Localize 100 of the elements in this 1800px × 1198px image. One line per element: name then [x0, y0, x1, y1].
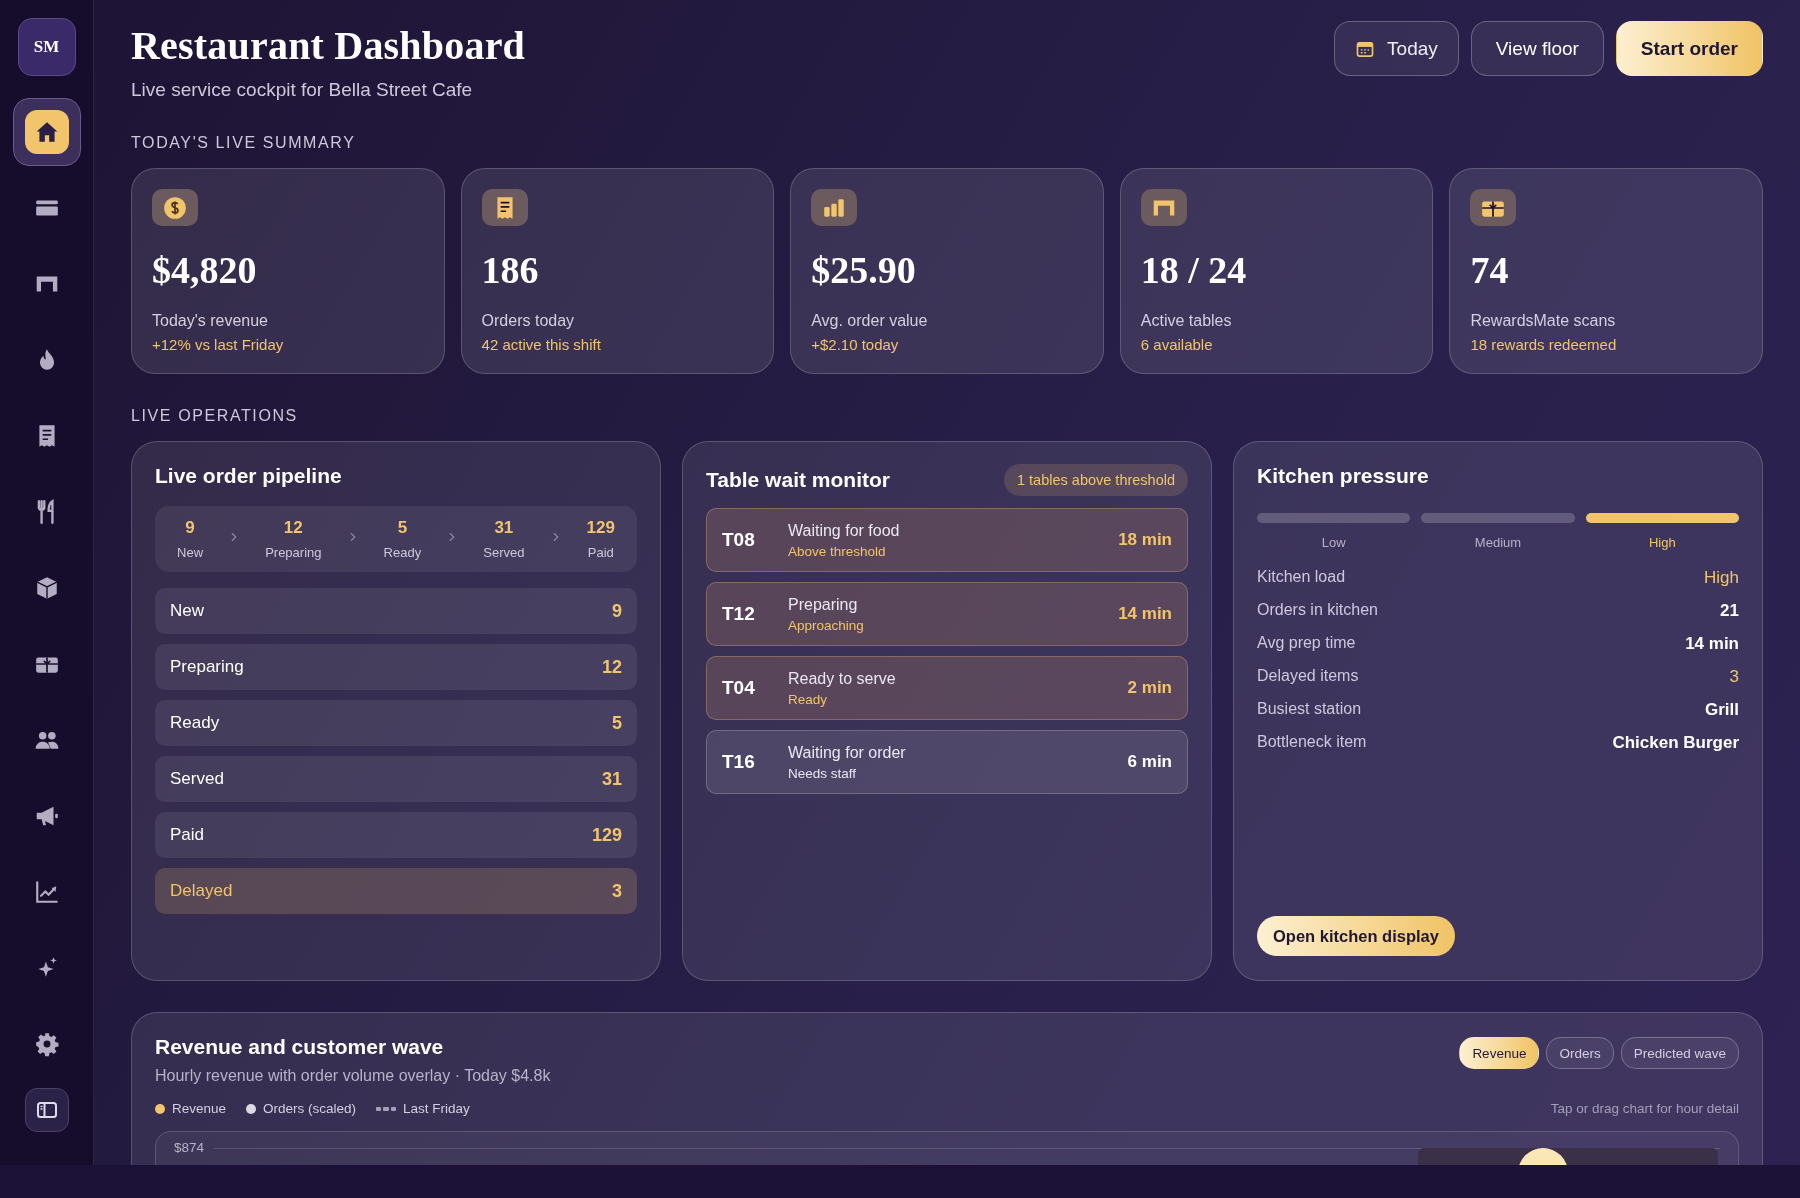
row-label: Paid — [170, 825, 205, 845]
stat-value: 21 — [1720, 601, 1739, 621]
card-title: Revenue and customer wave — [155, 1035, 444, 1058]
wait-time: 6 min — [1127, 752, 1172, 772]
table-wait-row[interactable]: T08 Waiting for food Above threshold 18 min — [706, 508, 1188, 572]
pipeline-row[interactable]: New 9 — [155, 588, 637, 634]
pipeline-row[interactable]: Delayed 3 — [155, 868, 637, 914]
table-wait-row[interactable]: T16 Waiting for order Needs staff 6 min — [706, 730, 1188, 794]
date-button[interactable]: Today — [1334, 21, 1459, 76]
pressure-label: Low — [1321, 535, 1346, 550]
stat-label: Avg prep time — [1257, 634, 1356, 653]
stat-label: Orders today — [481, 312, 575, 330]
table-note: Above threshold — [788, 543, 886, 559]
table-wait-row[interactable]: T12 Preparing Approaching 14 min — [706, 582, 1188, 646]
table-status: Waiting for food — [788, 521, 900, 540]
table-id: T04 — [722, 677, 756, 699]
step-label: Served — [483, 545, 525, 560]
stat-note: +12% vs last Friday — [152, 336, 284, 353]
open-kitchen-display-button[interactable]: Open kitchen display — [1257, 916, 1455, 956]
table-status: Preparing — [788, 595, 858, 614]
pipeline-row[interactable]: Ready 5 — [155, 700, 637, 746]
table-id: T08 — [722, 529, 756, 551]
table-id: T16 — [722, 751, 756, 773]
page-title: Restaurant Dashboard — [131, 22, 526, 69]
pressure-label: Medium — [1474, 535, 1522, 550]
table-wait-row[interactable]: T04 Ready to serve Ready 2 min — [706, 656, 1188, 720]
sidebar-toggle-button[interactable] — [24, 1088, 69, 1132]
chart-hint: Tap or drag chart for hour detail — [1550, 1101, 1739, 1116]
chart-toggle[interactable]: Orders — [1546, 1037, 1614, 1069]
chart-toggle[interactable]: Predicted wave — [1620, 1037, 1739, 1069]
table-status: Ready to serve — [788, 669, 896, 688]
page-subtitle: Live service cockpit for Bella Street Cafe — [131, 79, 473, 101]
step-count: 31 — [494, 518, 514, 538]
card-subtitle: Hourly revenue with order volume overlay · Today $4.8k — [155, 1067, 551, 1085]
stat-label: Orders in kitchen — [1257, 601, 1378, 620]
step-label: Paid — [587, 545, 614, 560]
chart-toggle[interactable]: Revenue — [1459, 1037, 1540, 1069]
row-count: 3 — [612, 880, 622, 902]
panel-title: Live order pipeline — [155, 464, 343, 488]
stat-value: 74 — [1470, 248, 1509, 292]
pipeline-row[interactable]: Paid 129 — [155, 812, 637, 858]
stat-value: $25.90 — [811, 248, 916, 292]
table-status: Waiting for order — [788, 743, 906, 762]
step-label: New — [177, 545, 204, 560]
table-note: Approaching — [788, 617, 864, 633]
pipeline-row[interactable]: Served 31 — [155, 756, 637, 802]
chart-area[interactable]: $874 — [155, 1131, 1739, 1165]
row-label: Delayed — [170, 881, 233, 901]
table-note: Ready — [788, 691, 828, 707]
nav-button[interactable] — [12, 98, 81, 166]
stat-value: 18 / 24 — [1140, 248, 1247, 292]
stat-value: Chicken Burger — [1612, 733, 1739, 753]
row-count: 12 — [601, 656, 622, 678]
table-id: T12 — [722, 603, 756, 625]
stat-note: 42 active this shift — [481, 336, 601, 353]
stat-note: 6 available — [1140, 336, 1213, 353]
view-floor-button[interactable]: View floor — [1470, 21, 1604, 76]
wait-time: 14 min — [1118, 604, 1172, 624]
stat-label: Bottleneck item — [1257, 733, 1367, 752]
stat-label: Busiest station — [1257, 700, 1362, 719]
pressure-label: High — [1648, 535, 1676, 550]
stat-value: High — [1704, 568, 1739, 588]
axis-label: $874 — [174, 1140, 205, 1155]
row-count: 9 — [612, 600, 622, 622]
panel-title: Table wait monitor — [706, 468, 890, 492]
panel-title: Kitchen pressure — [1257, 464, 1430, 488]
row-label: Ready — [170, 713, 220, 733]
stat-value: 14 min — [1685, 634, 1739, 654]
user-avatar[interactable]: SM — [17, 18, 76, 76]
legend-label: Orders (scaled) — [263, 1101, 357, 1116]
threshold-badge: 1 tables above threshold — [1004, 464, 1188, 496]
step-count: 129 — [586, 518, 615, 538]
section-heading: TODAY'S LIVE SUMMARY — [131, 134, 356, 152]
wait-time: 18 min — [1118, 530, 1172, 550]
stat-label: Kitchen load — [1257, 568, 1346, 587]
wait-time: 2 min — [1127, 678, 1172, 698]
line-chart-icon — [33, 879, 60, 905]
section-heading: LIVE OPERATIONS — [131, 407, 298, 425]
start-order-button[interactable]: Start order — [1615, 21, 1763, 76]
row-label: New — [170, 601, 204, 621]
stat-note: +$2.10 today — [811, 336, 899, 353]
stat-label: Delayed items — [1257, 667, 1359, 686]
step-label: Ready — [383, 545, 422, 560]
stat-value: $4,820 — [152, 248, 257, 292]
step-count: 9 — [185, 518, 195, 538]
pipeline-row[interactable]: Preparing 12 — [155, 644, 637, 690]
step-count: 5 — [397, 518, 408, 538]
stat-value: Grill — [1705, 700, 1739, 720]
step-count: 12 — [283, 518, 303, 538]
row-count: 129 — [591, 824, 622, 846]
stat-label: Today's revenue — [152, 312, 268, 330]
row-count: 31 — [601, 768, 622, 790]
stat-value: 3 — [1729, 667, 1739, 687]
stat-value: 186 — [481, 248, 539, 292]
stat-label: Avg. order value — [811, 312, 928, 330]
table-note: Needs staff — [788, 765, 857, 781]
row-label: Served — [170, 769, 224, 789]
settings-icon — [33, 1031, 60, 1057]
stat-note: 18 rewards redeemed — [1470, 336, 1617, 353]
step-label: Preparing — [265, 545, 322, 560]
